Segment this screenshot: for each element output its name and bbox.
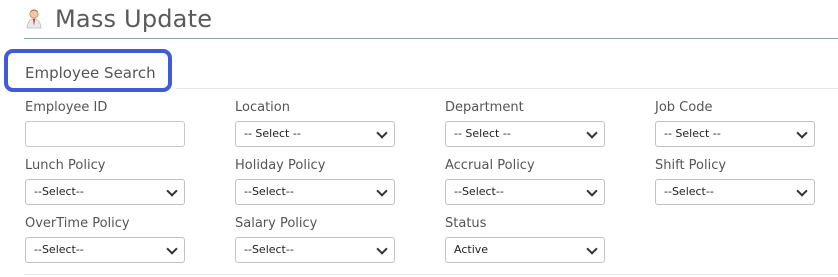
status-label: Status bbox=[445, 216, 487, 231]
salary-policy-selected-value: --Select-- bbox=[244, 243, 294, 256]
lunch-policy-select[interactable]: --Select-- bbox=[25, 179, 185, 205]
salary-policy-label: Salary Policy bbox=[235, 216, 318, 231]
status-selected-value: Active bbox=[454, 243, 489, 256]
holiday-policy-label: Holiday Policy bbox=[235, 158, 326, 173]
department-selected-value: -- Select -- bbox=[454, 127, 511, 140]
overtime-policy-label: OverTime Policy bbox=[25, 216, 130, 231]
page-title: Mass Update bbox=[55, 5, 213, 33]
status-select[interactable]: Active bbox=[445, 237, 605, 263]
employee-id-input[interactable] bbox=[25, 121, 185, 147]
shift-policy-label: Shift Policy bbox=[655, 158, 727, 173]
chevron-down-icon bbox=[166, 185, 178, 197]
chevron-down-icon bbox=[586, 243, 598, 255]
location-select[interactable]: -- Select -- bbox=[235, 121, 395, 147]
overtime-policy-select[interactable]: --Select-- bbox=[25, 237, 185, 263]
section-divider bbox=[176, 88, 838, 89]
holiday-policy-selected-value: --Select-- bbox=[244, 185, 294, 198]
page-header: Mass Update bbox=[24, 5, 838, 39]
accrual-policy-selected-value: --Select-- bbox=[454, 185, 504, 198]
chevron-down-icon bbox=[796, 185, 808, 197]
holiday-policy-select[interactable]: --Select-- bbox=[235, 179, 395, 205]
lunch-policy-selected-value: --Select-- bbox=[34, 185, 84, 198]
department-label: Department bbox=[445, 100, 524, 115]
chevron-down-icon bbox=[376, 185, 388, 197]
form-bottom-divider bbox=[24, 274, 838, 275]
person-icon bbox=[26, 9, 42, 29]
department-select[interactable]: -- Select -- bbox=[445, 121, 605, 147]
chevron-down-icon bbox=[586, 185, 598, 197]
chevron-down-icon bbox=[586, 127, 598, 139]
employee-id-label: Employee ID bbox=[25, 100, 108, 115]
location-selected-value: -- Select -- bbox=[244, 127, 301, 140]
chevron-down-icon bbox=[376, 243, 388, 255]
shift-policy-select[interactable]: --Select-- bbox=[655, 179, 815, 205]
section-title: Employee Search bbox=[25, 64, 156, 82]
lunch-policy-label: Lunch Policy bbox=[25, 158, 106, 173]
location-label: Location bbox=[235, 100, 290, 115]
chevron-down-icon bbox=[796, 127, 808, 139]
accrual-policy-select[interactable]: --Select-- bbox=[445, 179, 605, 205]
chevron-down-icon bbox=[376, 127, 388, 139]
job-code-label: Job Code bbox=[655, 100, 713, 115]
job-code-select[interactable]: -- Select -- bbox=[655, 121, 815, 147]
chevron-down-icon bbox=[166, 243, 178, 255]
accrual-policy-label: Accrual Policy bbox=[445, 158, 535, 173]
job-code-selected-value: -- Select -- bbox=[664, 127, 721, 140]
overtime-policy-selected-value: --Select-- bbox=[34, 243, 84, 256]
salary-policy-select[interactable]: --Select-- bbox=[235, 237, 395, 263]
shift-policy-selected-value: --Select-- bbox=[664, 185, 714, 198]
